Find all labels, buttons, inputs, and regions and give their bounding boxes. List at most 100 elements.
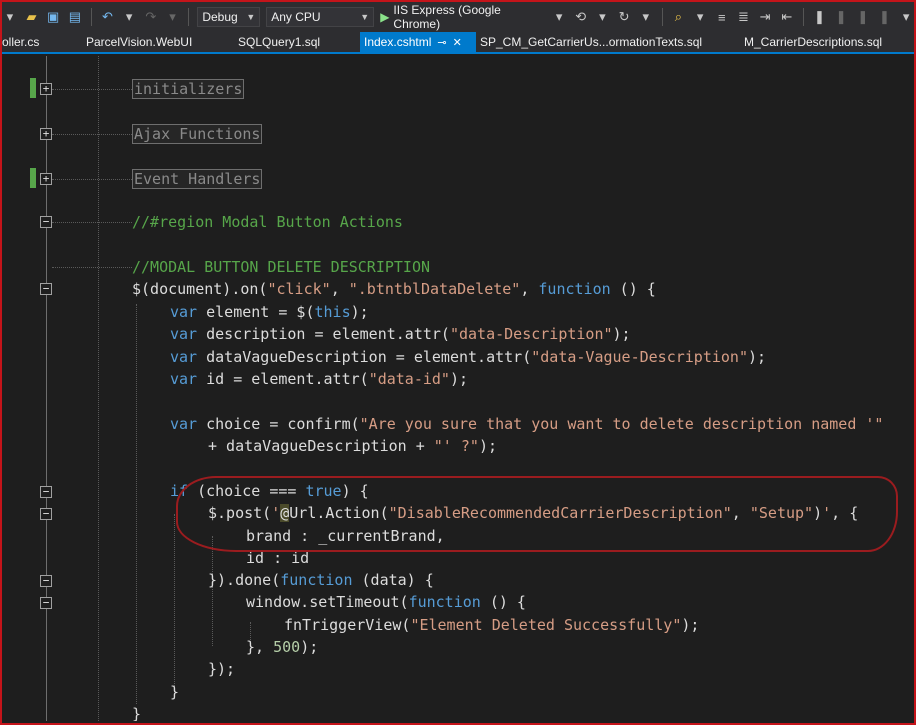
code-line[interactable]: Ajax Functions	[132, 123, 263, 145]
code-line[interactable]: var dataVagueDescription = element.attr(…	[170, 346, 766, 368]
code-line[interactable]: }).done(function (data) {	[208, 569, 434, 591]
save-icon[interactable]: ▣	[45, 9, 61, 25]
tab-label: ParcelVision.WebUI	[86, 35, 193, 49]
chevron-down-icon[interactable]: ▾	[692, 9, 708, 25]
code-line[interactable]: if (choice === true) {	[170, 480, 369, 502]
browser-link-icon[interactable]: ⟲	[573, 9, 589, 25]
outdent-icon[interactable]: ⇤	[779, 9, 795, 25]
tab-sp-cm-getcarrier[interactable]: SP_CM_GetCarrierUs...ormationTexts.sql	[476, 32, 740, 52]
token: )	[813, 504, 823, 522]
tab-parcelvision-webui[interactable]: ParcelVision.WebUI	[62, 32, 210, 52]
chevron-down-icon[interactable]: ▾	[551, 9, 567, 25]
refresh-icon[interactable]: ↻	[616, 9, 632, 25]
collapse-icon[interactable]: −	[40, 575, 52, 587]
tab-label: M_CarrierDescriptions.sql	[744, 35, 883, 49]
indent-guide	[212, 536, 213, 646]
collapsed-region[interactable]: initializers	[132, 79, 245, 99]
platform-value: Any CPU	[271, 10, 321, 24]
code-line[interactable]: + dataVagueDescription + "' ?");	[208, 435, 497, 457]
token: fnTriggerView(	[284, 616, 411, 634]
token: dataVagueDescription = element.attr(	[197, 348, 532, 366]
chevron-down-icon[interactable]: ▾	[121, 9, 137, 25]
collapsed-region[interactable]: Event Handlers	[132, 169, 263, 189]
collapse-icon[interactable]: −	[40, 283, 52, 295]
code-line[interactable]: var id = element.attr("data-id");	[170, 368, 468, 390]
outline-connector	[52, 89, 132, 90]
chevron-down-icon[interactable]: ▾	[595, 9, 611, 25]
token: function	[280, 571, 353, 589]
code-line[interactable]: window.setTimeout(function () {	[246, 591, 526, 613]
code-line[interactable]: id : id	[246, 547, 309, 569]
code-line[interactable]: Event Handlers	[132, 168, 263, 190]
code-line[interactable]: //#region Modal Button Actions	[132, 211, 403, 233]
chevron-down-icon: ▼	[360, 12, 370, 22]
token: ,	[330, 280, 349, 298]
tab-controller[interactable]: oller.cs	[2, 32, 62, 52]
code-line[interactable]: var element = $(this);	[170, 301, 369, 323]
code-line[interactable]: brand : _currentBrand,	[246, 525, 445, 547]
code-line[interactable]: $(document).on("click", ".btntblDataDele…	[132, 278, 656, 300]
outline-connector	[52, 267, 132, 268]
token: }).done(	[208, 571, 281, 589]
code-line[interactable]: }	[132, 703, 141, 721]
bookmark-next-icon[interactable]: ❚	[855, 9, 871, 25]
folder-icon[interactable]: ▰	[24, 9, 40, 25]
chevron-down-icon[interactable]: ▾	[898, 9, 914, 25]
token: (choice ===	[188, 482, 306, 500]
collapse-icon[interactable]: −	[40, 508, 52, 520]
close-icon[interactable]: ✕	[453, 36, 462, 49]
token: );	[300, 638, 319, 656]
code-line[interactable]: var choice = confirm("Are you sure that …	[170, 413, 883, 435]
chevron-down-icon[interactable]: ▾	[2, 9, 18, 25]
token: function	[538, 280, 611, 298]
token: ".btntblDataDelete"	[348, 280, 521, 298]
token: "Setup"	[749, 504, 814, 522]
collapse-icon[interactable]: −	[40, 597, 52, 609]
uncomment-icon[interactable]: ≣	[736, 9, 752, 25]
undo-icon[interactable]: ↶	[100, 9, 116, 25]
redo-icon[interactable]: ↷	[143, 9, 159, 25]
collapsed-region[interactable]: Ajax Functions	[132, 124, 263, 144]
run-button[interactable]: ▶ IIS Express (Google Chrome) ▾	[380, 3, 567, 31]
bookmark-icon[interactable]: ❚	[812, 9, 828, 25]
token: var	[170, 415, 198, 433]
collapse-icon[interactable]: −	[40, 216, 52, 228]
tab-label: Index.cshtml	[364, 35, 432, 49]
pin-icon[interactable]: ⊸	[437, 36, 446, 49]
code-line[interactable]: }, 500);	[246, 636, 318, 658]
bookmark-clear-icon[interactable]: ❚	[877, 9, 893, 25]
tab-label: SP_CM_GetCarrierUs...ormationTexts.sql	[480, 35, 703, 49]
chevron-down-icon[interactable]: ▾	[638, 9, 654, 25]
tab-sqlquery1[interactable]: SQLQuery1.sql	[210, 32, 360, 52]
code-line[interactable]: fnTriggerView("Element Deleted Successfu…	[284, 614, 699, 636]
token: description = element.attr(	[197, 325, 450, 343]
code-editor[interactable]: + + + − − − − − − initializers Ajax Func…	[2, 56, 914, 721]
expand-icon[interactable]: +	[40, 83, 52, 95]
comment-icon[interactable]: ≡	[714, 10, 730, 25]
code-line[interactable]: //MODAL BUTTON DELETE DESCRIPTION	[132, 256, 430, 278]
toolbar: ▾ ▰ ▣ ▤ ↶ ▾ ↷ ▾ Debug ▼ Any CPU ▼ ▶ IIS …	[2, 2, 914, 32]
tab-m-carrierdescriptions[interactable]: M_CarrierDescriptions.sql	[740, 32, 914, 52]
toolbar-separator	[90, 8, 92, 26]
chevron-down-icon[interactable]: ▾	[165, 9, 181, 25]
configuration-dropdown[interactable]: Debug ▼	[197, 7, 261, 27]
code-line[interactable]: var description = element.attr("data-Des…	[170, 323, 631, 345]
expand-icon[interactable]: +	[40, 128, 52, 140]
change-indicator	[30, 168, 36, 188]
code-line[interactable]: }	[170, 681, 179, 703]
expand-icon[interactable]: +	[40, 173, 52, 185]
tab-index-cshtml[interactable]: Index.cshtml ⊸ ✕	[360, 32, 476, 52]
indent-icon[interactable]: ⇥	[757, 9, 773, 25]
code-line[interactable]: });	[208, 658, 235, 680]
collapse-icon[interactable]: −	[40, 486, 52, 498]
code-line[interactable]: initializers	[132, 78, 245, 100]
outline-guide	[46, 56, 47, 721]
find-in-files-icon[interactable]: ⌕	[671, 9, 687, 25]
save-all-icon[interactable]: ▤	[67, 9, 83, 25]
token: "click"	[267, 280, 331, 298]
bookmark-prev-icon[interactable]: ❚	[833, 9, 849, 25]
indent-guide	[174, 514, 175, 694]
platform-dropdown[interactable]: Any CPU ▼	[266, 7, 375, 27]
token: "DisableRecommendedCarrierDescription"	[388, 504, 732, 522]
code-line[interactable]: $.post('@Url.Action("DisableRecommendedC…	[208, 502, 858, 524]
